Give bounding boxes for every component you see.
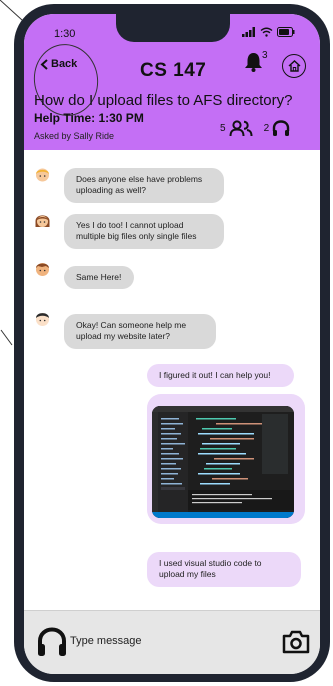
course-title: CS 147 [140, 60, 207, 81]
avatar-girl-icon [35, 215, 50, 227]
camera-icon[interactable] [282, 630, 310, 654]
chevron-left-icon [40, 58, 48, 70]
people-icon[interactable] [229, 120, 253, 137]
people-count: 5 [220, 123, 226, 134]
notification-count: 3 [262, 50, 268, 61]
list-item: Yes I do too! I cannot upload multiple b… [64, 214, 224, 249]
avatar-boy-icon [36, 263, 49, 276]
chat-header: 1:30 Back CS 147 3 How do I upload files… [24, 14, 320, 150]
avatar-dark-hair-icon [36, 313, 49, 326]
phone-notch [116, 14, 230, 42]
message-list[interactable]: Does anyone else have problems uploading… [24, 150, 320, 610]
message-bubble: Yes I do too! I cannot upload multiple b… [64, 214, 224, 249]
home-icon [288, 60, 300, 72]
notifications-button[interactable]: 3 [244, 50, 268, 77]
question-title: How do I upload files to AFS directory? [34, 92, 293, 109]
battery-icon [277, 27, 295, 37]
message-composer: Type message [24, 610, 320, 674]
back-button[interactable]: Back [40, 58, 77, 70]
code-editor-thumbnail [152, 406, 294, 518]
headphones-icon[interactable] [272, 120, 290, 137]
listener-count: 2 [263, 123, 270, 134]
list-item: Same Here! [64, 266, 134, 290]
message-bubble: I used visual studio code to upload my f… [147, 552, 301, 587]
message-input[interactable]: Type message [70, 635, 142, 647]
message-bubble: Okay! Can someone help me upload my webs… [64, 314, 216, 349]
message-bubble: I figured it out! I can help you! [147, 364, 294, 388]
message-bubble: Does anyone else have problems uploading… [64, 168, 224, 203]
message-bubble: Same Here! [64, 266, 134, 290]
home-button[interactable] [282, 54, 306, 78]
list-item: I used visual studio code to upload my f… [147, 552, 301, 587]
phone-screen: 1:30 Back CS 147 3 How do I upload files… [24, 14, 320, 674]
bell-icon [245, 53, 262, 72]
status-time: 1:30 [54, 28, 76, 40]
list-item: Okay! Can someone help me upload my webs… [64, 314, 216, 349]
participant-counts: 5 2 [220, 120, 290, 137]
list-item: I figured it out! I can help you! [147, 364, 294, 388]
list-item: Does anyone else have problems uploading… [64, 168, 224, 203]
help-time: Help Time: 1:30 PM [34, 111, 144, 125]
signal-icon [242, 27, 255, 37]
wifi-icon [260, 27, 273, 37]
asked-by: Asked by Sally Ride [34, 131, 115, 141]
back-label: Back [51, 58, 78, 70]
headphones-icon[interactable] [36, 626, 68, 658]
code-screenshot-image[interactable] [152, 406, 294, 518]
avatar-blonde-icon [36, 168, 49, 182]
status-icons [242, 27, 295, 37]
